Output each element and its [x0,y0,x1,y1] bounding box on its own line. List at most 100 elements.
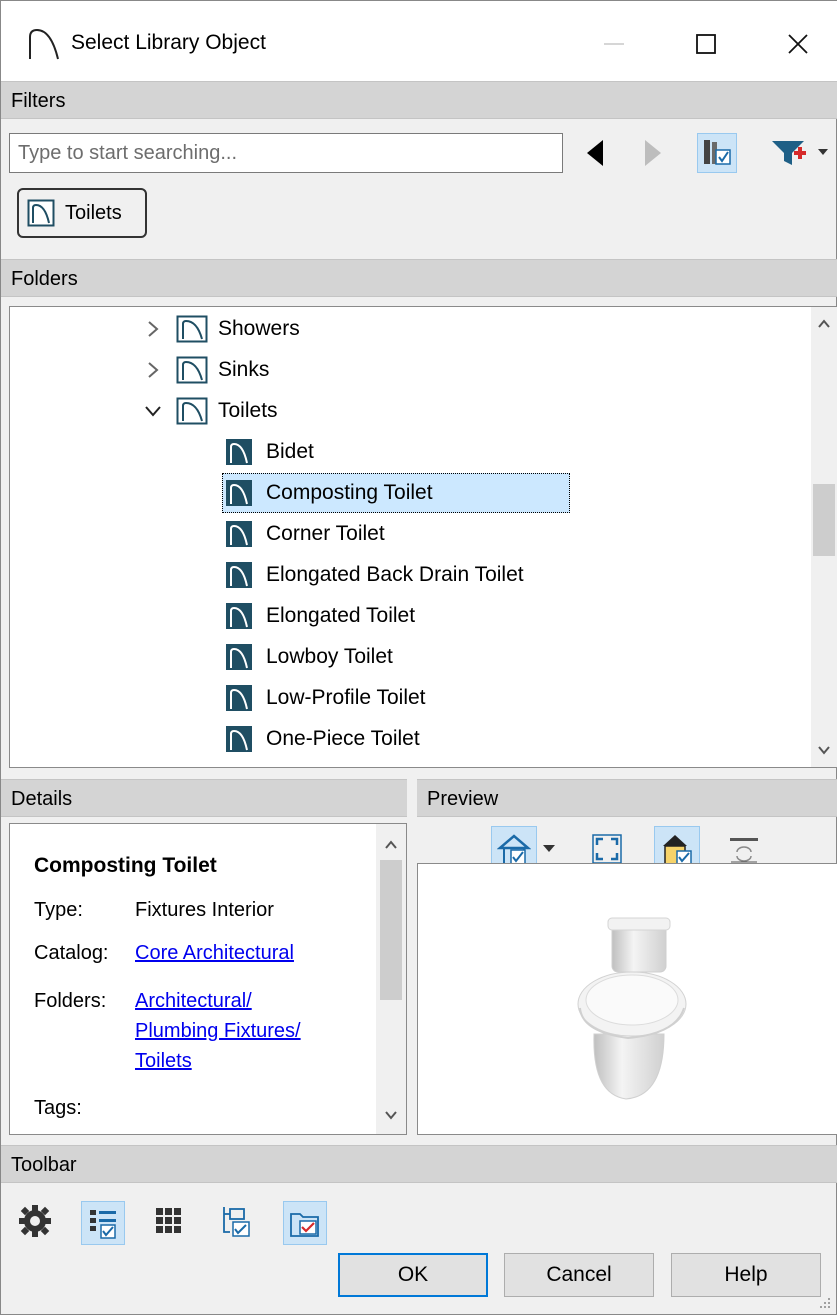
filter-add-icon [772,141,828,165]
tree-item-label: One-Piece Toilet [266,727,420,750]
chevron-right-icon[interactable] [138,360,168,380]
folder-tree-scrollbar[interactable] [811,307,837,767]
details-header: Details [1,779,407,817]
library-object-icon [226,685,252,711]
forward-button[interactable] [633,133,673,173]
search-input[interactable]: Type to start searching... [9,133,563,173]
close-button[interactable] [773,19,823,69]
add-filter-dropdown[interactable] [765,133,835,173]
filter-chip-label: Toilets [65,201,122,224]
library-object-icon [226,562,252,588]
folder-path-link-1[interactable]: Architectural/ [135,990,252,1013]
scroll-down-arrow-icon[interactable] [378,1102,404,1128]
folder-arch-icon [176,315,208,343]
folders-label: Folders: [34,990,107,1012]
object-name: Composting Toilet [34,854,217,877]
checked-items-button[interactable] [283,1201,327,1245]
filters-header: Filters [1,81,837,119]
filter-library-button[interactable] [697,133,737,173]
tags-label: Tags: [34,1097,82,1119]
maximize-button[interactable] [681,19,731,69]
toilet-preview-image [577,917,687,1100]
select-library-object-dialog: Select Library Object Filters Type to st… [0,0,837,1315]
folder-path-link-2[interactable]: Plumbing Fixtures/ [135,1020,301,1043]
settings-button[interactable] [15,1201,55,1241]
list-details-icon [90,1210,116,1239]
tree-object-one-piece-toilet[interactable]: One-Piece Toilet [222,719,570,759]
help-button[interactable]: Help [671,1253,821,1297]
tree-folder-sinks[interactable]: Sinks [138,350,269,390]
tree-item-label: Lowboy Toilet [266,645,393,668]
back-button[interactable] [575,133,615,173]
chevron-right-icon[interactable] [138,319,168,339]
folder-arch-icon [27,199,55,227]
folder-check-icon [290,1213,319,1237]
scroll-thumb[interactable] [813,484,835,556]
tree-folder-showers[interactable]: Showers [138,309,300,349]
forward-arrow-icon [645,140,661,166]
tree-item-label: Elongated Back Drain Toilet [266,563,524,586]
library-object-icon [226,726,252,752]
catalog-link[interactable]: Core Architectural [135,942,294,965]
tree-item-label: Corner Toilet [266,522,385,545]
details-scrollbar[interactable] [376,824,406,1134]
minimize-icon [604,43,624,45]
window-title: Select Library Object [71,31,266,54]
folder-tree: Showers Sinks Toilets Bidet Composting T… [9,306,837,768]
fit-to-window-icon [592,834,622,864]
tree-object-composting-toilet[interactable]: Composting Toilet [222,473,570,513]
folder-path-link-3[interactable]: Toilets [135,1050,192,1073]
library-object-icon [226,603,252,629]
scroll-down-arrow-icon[interactable] [811,737,837,763]
library-object-icon [226,644,252,670]
resize-grip-icon[interactable] [818,1296,832,1310]
folder-arch-icon [176,397,208,425]
back-arrow-icon [587,140,603,166]
tree-object-elongated-back-drain-toilet[interactable]: Elongated Back Drain Toilet [222,555,622,595]
grid-view-button[interactable] [149,1201,189,1241]
scroll-thumb[interactable] [380,860,402,1000]
tree-object-corner-toilet[interactable]: Corner Toilet [222,514,570,554]
filter-chip-toilets[interactable]: Toilets [17,188,147,238]
house-plan-icon [663,835,692,865]
app-arch-icon [29,28,59,60]
folder-arch-icon [176,356,208,384]
library-object-icon [226,480,252,506]
details-panel: Composting Toilet Type: Fixtures Interio… [9,823,407,1135]
folders-header: Folders [1,259,837,297]
type-value: Fixtures Interior [135,899,274,921]
minimize-button[interactable] [589,19,639,69]
maximize-icon [696,34,716,54]
cancel-button[interactable]: Cancel [504,1253,654,1297]
tree-item-label: Bidet [266,440,314,463]
tree-item-label: Toilets [218,399,278,422]
preview-area[interactable] [417,863,837,1135]
scroll-up-arrow-icon[interactable] [378,832,404,858]
preview-view-dropdown[interactable] [539,833,559,863]
ok-button[interactable]: OK [338,1253,488,1297]
tree-view-button[interactable] [215,1201,255,1241]
tree-structure-icon [223,1207,250,1237]
close-icon [788,34,808,54]
tree-item-label: Composting Toilet [266,481,433,504]
type-label: Type: [34,899,83,921]
chevron-down-icon[interactable] [138,404,168,418]
library-object-icon [226,521,252,547]
toolbar-header: Toolbar [1,1145,837,1183]
tree-object-bidet[interactable]: Bidet [222,432,570,472]
details-view-button[interactable] [81,1201,125,1245]
tree-object-elongated-toilet[interactable]: Elongated Toilet [222,596,570,636]
library-object-icon [226,439,252,465]
tree-object-lowboy-toilet[interactable]: Lowboy Toilet [222,637,570,677]
tree-item-label: Low-Profile Toilet [266,686,426,709]
tree-object-low-profile-toilet[interactable]: Low-Profile Toilet [222,678,570,718]
rotate-icon [730,838,758,863]
library-check-icon [704,140,731,165]
tree-item-label: Elongated Toilet [266,604,416,627]
scroll-up-arrow-icon[interactable] [811,311,837,337]
tree-item-label: Showers [218,317,300,340]
tree-folder-toilets[interactable]: Toilets [138,391,278,431]
preview-header: Preview [417,779,837,817]
dropdown-arrow-icon [543,845,555,852]
tree-item-label: Sinks [218,358,270,381]
